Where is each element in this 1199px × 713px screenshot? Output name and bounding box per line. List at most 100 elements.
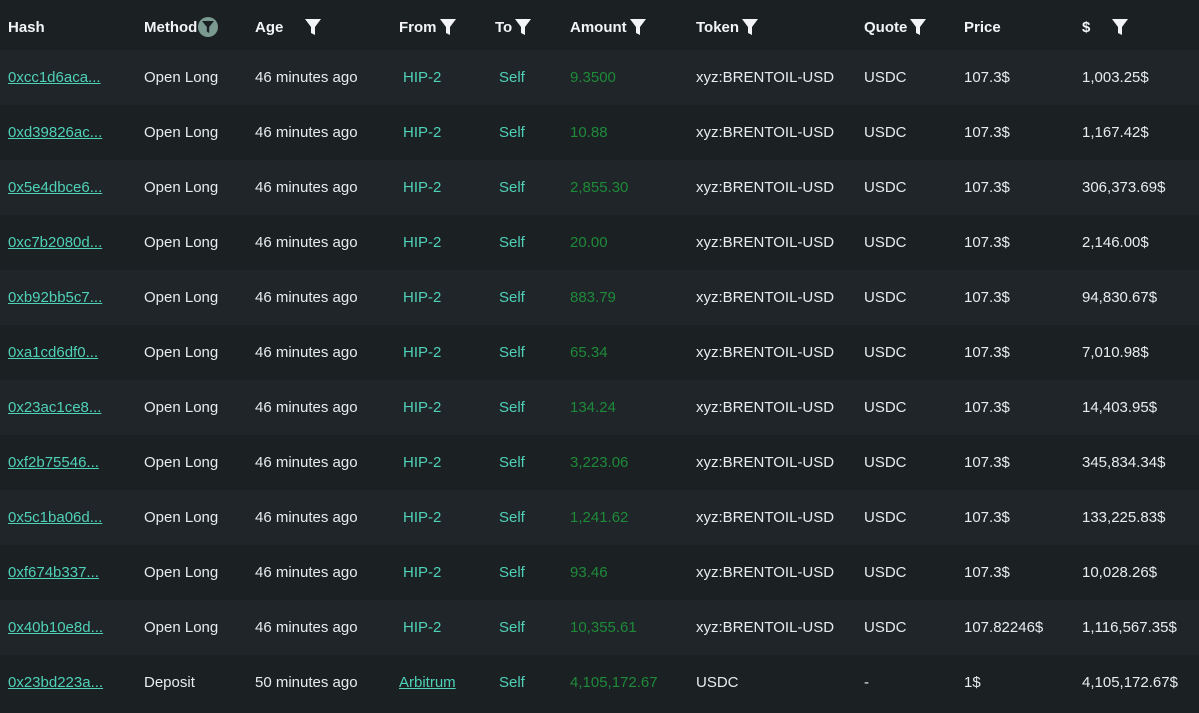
tx-hash-link[interactable]: 0xcc1d6aca... bbox=[8, 50, 101, 105]
from-cell[interactable]: HIP-2 bbox=[403, 215, 441, 270]
token-filter-icon[interactable] bbox=[742, 18, 759, 36]
token-cell: xyz:BRENTOIL-USD bbox=[696, 454, 835, 471]
to-cell[interactable]: Self bbox=[499, 105, 525, 160]
from-cell[interactable]: Arbitrum bbox=[399, 655, 456, 710]
to-cell[interactable]: Self bbox=[499, 655, 525, 710]
from-cell[interactable]: HIP-2 bbox=[403, 270, 441, 325]
from-cell[interactable]: HIP-2 bbox=[403, 490, 441, 545]
table-row: 0xd39826ac... Open Long 46 minutes ago H… bbox=[0, 105, 1199, 161]
tx-hash-link[interactable]: 0xf2b75546... bbox=[8, 435, 99, 490]
quote-cell: USDC bbox=[864, 509, 907, 526]
age-cell: 46 minutes ago bbox=[255, 69, 358, 86]
price-cell: 107.3$ bbox=[964, 179, 1010, 196]
method-cell: Open Long bbox=[144, 289, 219, 306]
amount-cell: 65.34 bbox=[570, 344, 608, 361]
from-cell[interactable]: HIP-2 bbox=[403, 105, 441, 160]
amount-cell: 134.24 bbox=[570, 399, 616, 416]
tx-hash-link[interactable]: 0x5c1ba06d... bbox=[8, 490, 102, 545]
from-cell[interactable]: HIP-2 bbox=[403, 50, 441, 105]
tx-hash-link[interactable]: 0x5e4dbce6... bbox=[8, 160, 102, 215]
to-filter-icon[interactable] bbox=[515, 18, 532, 36]
method-cell: Open Long bbox=[144, 124, 219, 141]
amount-cell: 4,105,172.67 bbox=[570, 674, 658, 691]
price-cell: 1$ bbox=[964, 674, 981, 691]
to-cell[interactable]: Self bbox=[499, 160, 525, 215]
amount-cell: 883.79 bbox=[570, 289, 616, 306]
quote-cell: USDC bbox=[864, 289, 907, 306]
token-cell: xyz:BRENTOIL-USD bbox=[696, 619, 835, 636]
method-cell: Open Long bbox=[144, 509, 219, 526]
from-cell[interactable]: HIP-2 bbox=[403, 160, 441, 215]
token-cell: xyz:BRENTOIL-USD bbox=[696, 124, 835, 141]
tx-hash-link[interactable]: 0xd39826ac... bbox=[8, 105, 102, 160]
table-row: 0x40b10e8d... Open Long 46 minutes ago H… bbox=[0, 600, 1199, 656]
tx-hash-link[interactable]: 0x40b10e8d... bbox=[8, 600, 103, 655]
usd-value-cell: 10,028.26$ bbox=[1082, 564, 1158, 581]
method-cell: Open Long bbox=[144, 69, 219, 86]
amount-cell: 1,241.62 bbox=[570, 509, 629, 526]
age-cell: 46 minutes ago bbox=[255, 124, 358, 141]
from-cell[interactable]: HIP-2 bbox=[403, 545, 441, 600]
amount-cell: 93.46 bbox=[570, 564, 608, 581]
amount-cell: 2,855.30 bbox=[570, 179, 629, 196]
tx-hash-link[interactable]: 0xf674b337... bbox=[8, 545, 99, 600]
from-cell[interactable]: HIP-2 bbox=[403, 325, 441, 380]
quote-filter-icon[interactable] bbox=[910, 18, 927, 36]
age-cell: 46 minutes ago bbox=[255, 179, 358, 196]
to-cell[interactable]: Self bbox=[499, 600, 525, 655]
to-cell[interactable]: Self bbox=[499, 215, 525, 270]
usd-filter-icon[interactable] bbox=[1112, 18, 1129, 36]
quote-cell: USDC bbox=[864, 234, 907, 251]
token-cell: USDC bbox=[696, 674, 739, 691]
price-cell: 107.3$ bbox=[964, 344, 1010, 361]
amount-cell: 20.00 bbox=[570, 234, 608, 251]
amount-filter-icon[interactable] bbox=[629, 18, 646, 36]
tx-hash-link[interactable]: 0x23ac1ce8... bbox=[8, 380, 101, 435]
to-cell[interactable]: Self bbox=[499, 325, 525, 380]
tx-hash-link[interactable]: 0xb92bb5c7... bbox=[8, 270, 102, 325]
from-cell[interactable]: HIP-2 bbox=[403, 435, 441, 490]
price-cell: 107.3$ bbox=[964, 454, 1010, 471]
price-cell: 107.3$ bbox=[964, 124, 1010, 141]
to-cell[interactable]: Self bbox=[499, 50, 525, 105]
usd-value-cell: 133,225.83$ bbox=[1082, 509, 1166, 526]
amount-cell: 9.3500 bbox=[570, 69, 616, 86]
to-cell[interactable]: Self bbox=[499, 270, 525, 325]
age-cell: 46 minutes ago bbox=[255, 509, 358, 526]
to-cell[interactable]: Self bbox=[499, 545, 525, 600]
age-cell: 46 minutes ago bbox=[255, 564, 358, 581]
usd-value-cell: 2,146.00$ bbox=[1082, 234, 1149, 251]
quote-cell: USDC bbox=[864, 619, 907, 636]
amount-cell: 10,355.61 bbox=[570, 619, 637, 636]
method-cell: Open Long bbox=[144, 619, 219, 636]
usd-value-cell: 306,373.69$ bbox=[1082, 179, 1166, 196]
price-cell: 107.82246$ bbox=[964, 619, 1044, 636]
table-row: 0x23bd223a... Deposit 50 minutes ago Arb… bbox=[0, 655, 1199, 713]
usd-value-cell: 1,167.42$ bbox=[1082, 124, 1149, 141]
age-filter-icon[interactable] bbox=[305, 18, 322, 36]
to-cell[interactable]: Self bbox=[499, 380, 525, 435]
age-cell: 50 minutes ago bbox=[255, 674, 358, 691]
tx-hash-link[interactable]: 0x23bd223a... bbox=[8, 655, 103, 710]
from-cell[interactable]: HIP-2 bbox=[403, 600, 441, 655]
amount-cell: 10.88 bbox=[570, 124, 608, 141]
age-cell: 46 minutes ago bbox=[255, 619, 358, 636]
method-cell: Open Long bbox=[144, 234, 219, 251]
table-row: 0x5e4dbce6... Open Long 46 minutes ago H… bbox=[0, 160, 1199, 216]
token-cell: xyz:BRENTOIL-USD bbox=[696, 344, 835, 361]
table-row: 0xb92bb5c7... Open Long 46 minutes ago H… bbox=[0, 270, 1199, 326]
tx-hash-link[interactable]: 0xa1cd6df0... bbox=[8, 325, 98, 380]
usd-value-cell: 4,105,172.67$ bbox=[1082, 674, 1178, 691]
amount-cell: 3,223.06 bbox=[570, 454, 629, 471]
method-filter-active-icon[interactable] bbox=[198, 17, 219, 37]
transactions-table: Hash Method Age From To Amount Token Quo… bbox=[0, 0, 1199, 713]
table-row: 0xc7b2080d... Open Long 46 minutes ago H… bbox=[0, 215, 1199, 271]
quote-cell: USDC bbox=[864, 69, 907, 86]
from-cell[interactable]: HIP-2 bbox=[403, 380, 441, 435]
table-row: 0xa1cd6df0... Open Long 46 minutes ago H… bbox=[0, 325, 1199, 381]
from-filter-icon[interactable] bbox=[439, 18, 456, 36]
to-cell[interactable]: Self bbox=[499, 490, 525, 545]
usd-value-cell: 345,834.34$ bbox=[1082, 454, 1166, 471]
tx-hash-link[interactable]: 0xc7b2080d... bbox=[8, 215, 102, 270]
to-cell[interactable]: Self bbox=[499, 435, 525, 490]
